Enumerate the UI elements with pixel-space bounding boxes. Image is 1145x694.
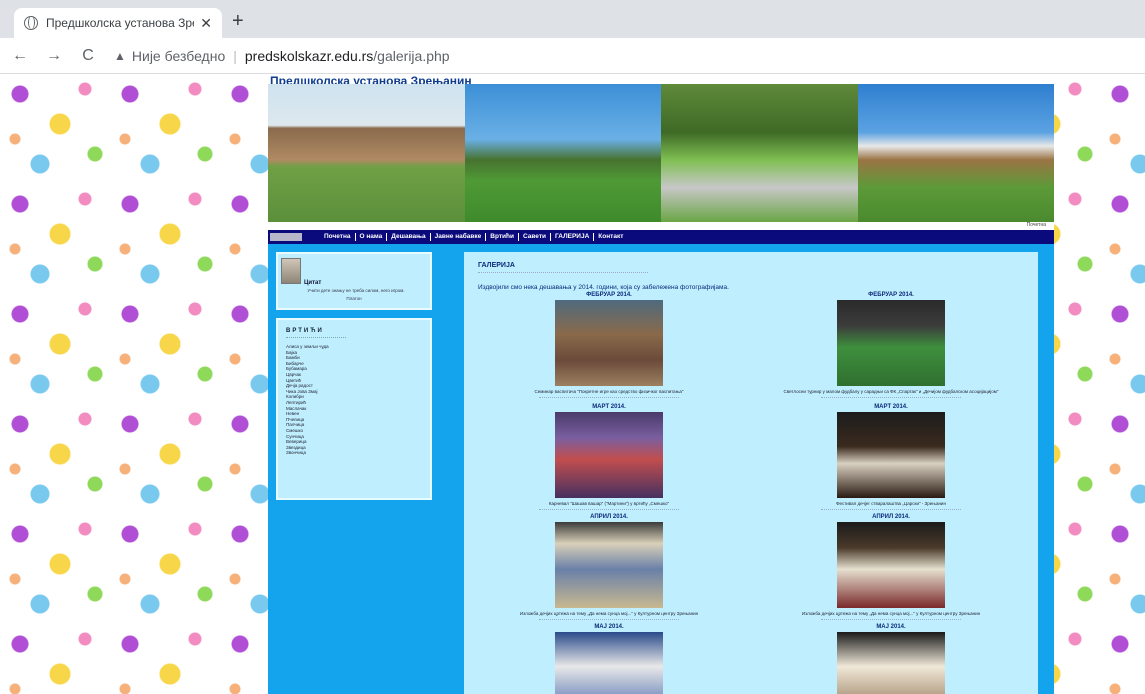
banner-photo	[268, 84, 465, 222]
divider	[821, 618, 961, 620]
forward-button[interactable]: →	[40, 47, 68, 65]
nav-logo	[270, 233, 302, 241]
gallery-photo[interactable]	[837, 412, 945, 498]
gallery-caption: Светлосни турнир у малом фудбалу у сарад…	[783, 389, 999, 394]
philosopher-portrait	[281, 258, 301, 284]
divider	[821, 508, 961, 510]
gallery-photo[interactable]	[555, 522, 663, 608]
gallery-month: ФЕБРУАР 2014.	[586, 292, 632, 298]
gallery-item[interactable]: МАЈ 2014.	[756, 624, 1026, 694]
gallery-month: МАЈ 2014.	[594, 624, 624, 630]
divider	[539, 618, 679, 620]
nav-item-advice[interactable]: Савети	[519, 233, 552, 241]
gallery-photo[interactable]	[555, 632, 663, 694]
quote-author: Платон	[346, 296, 362, 301]
separator: |	[233, 47, 237, 64]
nav-item-kindergartens[interactable]: Вртићи	[486, 233, 519, 241]
kindergarten-link[interactable]: Алиса у земљи чуда	[286, 344, 329, 350]
back-button[interactable]: ←	[6, 47, 34, 65]
gallery-photo[interactable]	[837, 300, 945, 386]
gallery-month: МАРТ 2014.	[592, 404, 626, 410]
kindergarten-link[interactable]: Звончица	[286, 450, 329, 456]
nav-strip: Почетна	[268, 222, 1054, 230]
nav-item-home[interactable]: Почетна	[320, 233, 356, 241]
globe-icon	[24, 16, 38, 30]
url-domain: predskolskazr.edu.rs	[244, 47, 374, 64]
gallery-item[interactable]: МАРТ 2014. Карневал "Шашав вашар" ("Март…	[474, 404, 744, 510]
banner-photo	[661, 84, 858, 222]
site-page: Предшколска установа Зрењанин Почетна По…	[268, 74, 1054, 694]
nav-item-contact[interactable]: Контакт	[594, 233, 627, 241]
gallery-month: МАЈ 2014.	[876, 624, 906, 630]
gallery-month: АПРИЛ 2014.	[590, 514, 628, 520]
content-area: Цитат Учити дете знању не треба силом, н…	[268, 244, 1054, 694]
warning-icon: ▲	[114, 48, 126, 63]
close-tab-icon[interactable]: ✕	[200, 15, 212, 32]
gallery-caption: Изложба дечјих цртежа на тему „Да нема с…	[801, 611, 981, 616]
url-path: /galerija.php	[373, 47, 450, 64]
tab-title: Предшколска установа Зрењан	[46, 16, 194, 30]
gallery-caption: Карневал "Шашав вашар" ("Мартини") у врт…	[548, 501, 670, 506]
browser-toolbar: ← → C ▲ Није безбедно | predskolskazr.ed…	[0, 38, 1145, 74]
kindergartens-title: ВРТИЋИ	[286, 328, 324, 334]
gallery-photo[interactable]	[837, 632, 945, 694]
gallery-intro: Издвојили смо нека дешавања у 2014. годи…	[478, 284, 729, 291]
kindergarten-list: Алиса у земљи чуда Бајка Бамби Бибарче Бубам…	[286, 344, 329, 456]
header-banner	[268, 84, 1054, 222]
main-nav: Почетна О нама Дешавања Јавне набавке Вр…	[268, 230, 1054, 244]
gallery-photo[interactable]	[555, 412, 663, 498]
gallery-caption: Изложба дечјих цртежа на тему „Да нема с…	[519, 611, 699, 616]
gallery-photo[interactable]	[555, 300, 663, 386]
gallery-caption: Семинар васпитача "Покретне игре као сре…	[534, 389, 684, 394]
browser-tab-bar: Предшколска установа Зрењан ✕ +	[0, 0, 1145, 38]
quote-text: Учити дете знању не треба силом, него иг…	[307, 288, 405, 293]
gallery-month: АПРИЛ 2014.	[872, 514, 910, 520]
quote-title: Цитат	[304, 280, 322, 286]
gallery-main: ГАЛЕРИЈА Издвојили смо нека дешавања у 2…	[464, 252, 1038, 694]
nav-item-about[interactable]: О нама	[356, 233, 388, 241]
reload-button[interactable]: C	[74, 47, 102, 65]
kindergartens-box: ВРТИЋИ Алиса у земљи чуда Бајка Бамби Бибар…	[276, 318, 432, 500]
top-small-link[interactable]: Почетна	[1027, 222, 1046, 228]
page-viewport: Предшколска установа Зрењанин Почетна По…	[0, 74, 1145, 694]
banner-photo	[857, 84, 1054, 222]
quote-box: Цитат Учити дете знању не треба силом, н…	[276, 252, 432, 310]
divider	[539, 508, 679, 510]
gallery-item[interactable]: МАЈ 2014.	[474, 624, 744, 694]
gallery-caption: Фестивал дечјег стваралаштва „Царски" - …	[836, 501, 946, 506]
gallery-month: МАРТ 2014.	[874, 404, 908, 410]
security-label: Није безбедно	[131, 47, 226, 64]
nav-item-gallery[interactable]: ГАЛЕРИЈА	[551, 233, 595, 241]
gallery-item[interactable]: АПРИЛ 2014. Изложба дечјих цртежа на тем…	[756, 514, 1026, 620]
divider	[286, 337, 346, 338]
gallery-item[interactable]: МАРТ 2014. Фестивал дечјег стваралаштва …	[756, 404, 1026, 510]
divider	[478, 272, 648, 273]
gallery-item[interactable]: ФЕБРУАР 2014. Светлосни турнир у малом ф…	[756, 292, 1026, 398]
nav-item-events[interactable]: Дешавања	[387, 233, 431, 241]
gallery-item[interactable]: АПРИЛ 2014. Изложба дечјих цртежа на тем…	[474, 514, 744, 620]
banner-photo	[464, 84, 661, 222]
new-tab-button[interactable]: +	[232, 10, 244, 33]
address-bar[interactable]: ▲ Није безбедно | predskolskazr.edu.rs/g…	[114, 48, 450, 64]
browser-tab[interactable]: Предшколска установа Зрењан ✕	[14, 8, 222, 38]
divider	[539, 396, 679, 398]
gallery-photo[interactable]	[837, 522, 945, 608]
gallery-item[interactable]: ФЕБРУАР 2014. Семинар васпитача "Покретн…	[474, 292, 744, 398]
nav-item-procurement[interactable]: Јавне набавке	[431, 233, 487, 241]
gallery-heading: ГАЛЕРИЈА	[478, 262, 515, 269]
divider	[821, 396, 961, 398]
gallery-month: ФЕБРУАР 2014.	[868, 292, 914, 298]
